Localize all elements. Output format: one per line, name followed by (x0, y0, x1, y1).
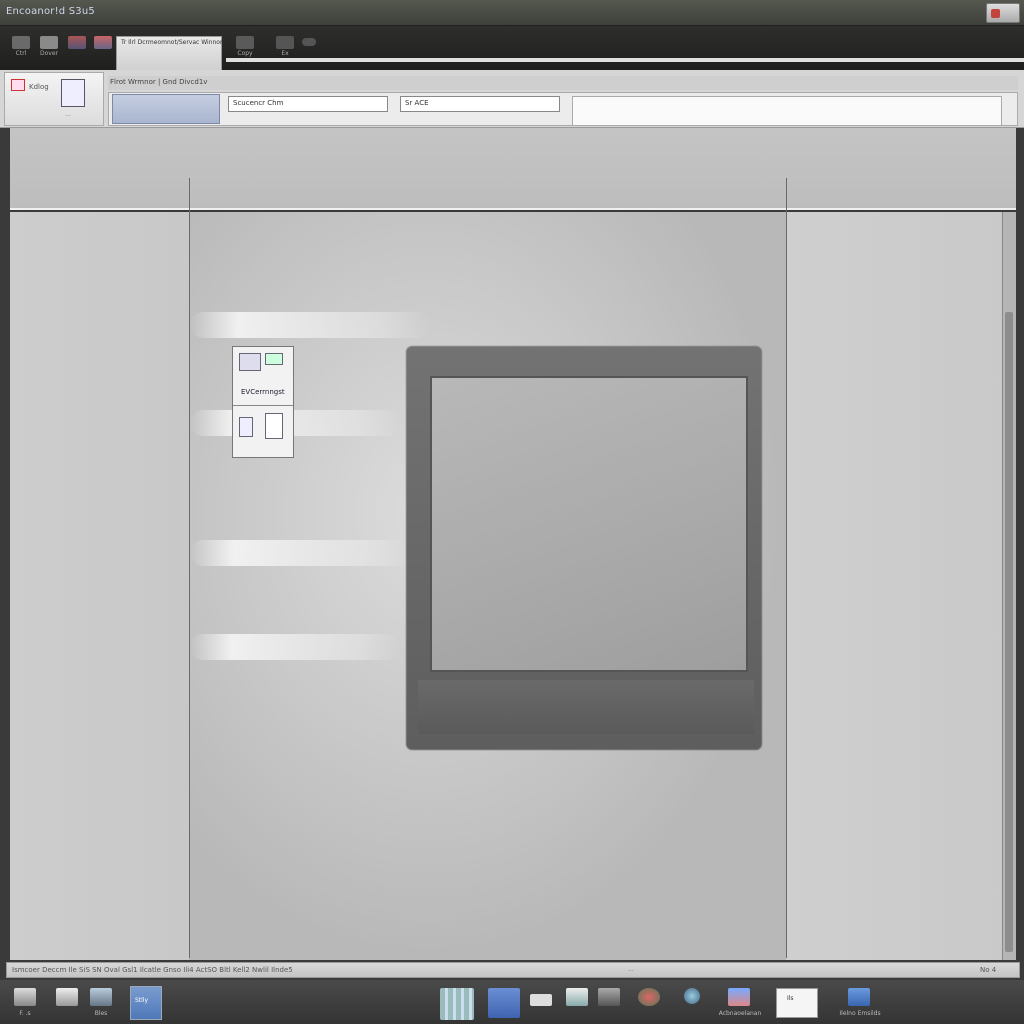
image-icon (239, 353, 261, 371)
left-guide-line[interactable] (189, 178, 190, 958)
list-icon (265, 413, 283, 439)
taskbar-item-document[interactable]: Ils (776, 988, 818, 1018)
gear-icon (684, 988, 700, 1004)
ribbon-group[interactable]: Kdlog ... (4, 72, 104, 126)
light-streak (190, 410, 400, 436)
chart-icon (728, 988, 750, 1006)
scanner-icon (90, 988, 112, 1006)
export-button[interactable]: Ex (274, 34, 296, 57)
status-center: ... (628, 966, 634, 973)
monitor-screen (430, 376, 748, 672)
thumbnail-card[interactable]: EVCerrnngst (232, 346, 294, 458)
close-icon (991, 9, 1000, 18)
grid-icon (440, 988, 474, 1020)
monitor-bezel (418, 680, 754, 734)
taskbar-item-keyboard[interactable] (530, 994, 552, 1016)
color-swatch[interactable] (112, 94, 220, 124)
camera-icon (598, 988, 620, 1006)
pen-icon[interactable] (302, 38, 316, 46)
screen-icon (488, 988, 520, 1018)
image-button[interactable] (66, 34, 88, 56)
light-streak (190, 634, 400, 660)
logo-icon (11, 79, 25, 91)
tab-document[interactable]: Tr Ilrl Dcrmeomnot/Servac Winnor (116, 36, 222, 72)
taskbar-item-globe[interactable] (638, 988, 660, 1010)
taskbar-item-photo[interactable] (566, 988, 588, 1010)
picture-button[interactable] (92, 34, 114, 56)
primary-input[interactable]: Scucencr Chm (228, 96, 388, 112)
light-streak (190, 312, 430, 338)
status-right: No 4 (980, 966, 997, 974)
document-button[interactable]: Dover (38, 34, 60, 57)
toolbar-divider (226, 58, 1024, 62)
image-icon (68, 36, 86, 49)
scanner-icon (61, 79, 85, 107)
right-pane (786, 212, 1004, 960)
globe-icon (638, 988, 660, 1006)
picture-icon (265, 353, 283, 365)
taskbar-item-stack[interactable] (56, 988, 78, 1010)
divider (233, 405, 293, 406)
folder-icon (848, 988, 870, 1006)
taskbar-item-folder[interactable]: Ilelno Emsilds (839, 988, 881, 1017)
window-title: Encoanor!d S3u5 (6, 6, 95, 17)
taskbar-item-gear[interactable] (684, 988, 706, 1010)
cursor-button[interactable]: Ctrl (10, 34, 32, 57)
taskbar-item-film[interactable]: F. .s (14, 988, 36, 1017)
window-control-button[interactable] (986, 3, 1020, 23)
copy-icon (236, 36, 254, 49)
taskbar-item-active[interactable]: Stlly (130, 986, 162, 1020)
left-pane (10, 212, 189, 960)
scrollbar-thumb[interactable] (1005, 312, 1013, 952)
ribbon-breadcrumb: Flrot Wrmnor | Gnd Divcd1v (108, 76, 1018, 90)
copy-button[interactable]: Copy (234, 34, 256, 57)
film-icon (14, 988, 36, 1006)
header-band (10, 128, 1016, 210)
right-guide-line[interactable] (786, 178, 787, 958)
document-icon (40, 36, 58, 49)
stack-icon (56, 988, 78, 1006)
status-text: Ismcoer Deccm Ile SiS SN Oval Gsl1 Ilcat… (12, 966, 293, 974)
light-streak (190, 540, 410, 566)
title-bar (0, 0, 1024, 26)
photo-icon (566, 988, 588, 1006)
taskbar-item-scanner[interactable]: Bles (90, 988, 112, 1017)
cursor-icon (12, 36, 30, 49)
vertical-scrollbar[interactable] (1002, 212, 1016, 960)
document-icon (239, 417, 253, 437)
taskbar-item-grid[interactable] (440, 988, 474, 1020)
taskbar-item-camera[interactable] (598, 988, 620, 1010)
wide-input[interactable] (572, 96, 1002, 126)
picture-icon (94, 36, 112, 49)
taskbar-item-screen[interactable] (488, 988, 520, 1018)
export-icon (276, 36, 294, 49)
secondary-input[interactable]: Sr ACE (400, 96, 560, 112)
keyboard-icon (530, 994, 552, 1006)
taskbar-item-chart[interactable]: Acbnaoelanan (719, 988, 761, 1017)
